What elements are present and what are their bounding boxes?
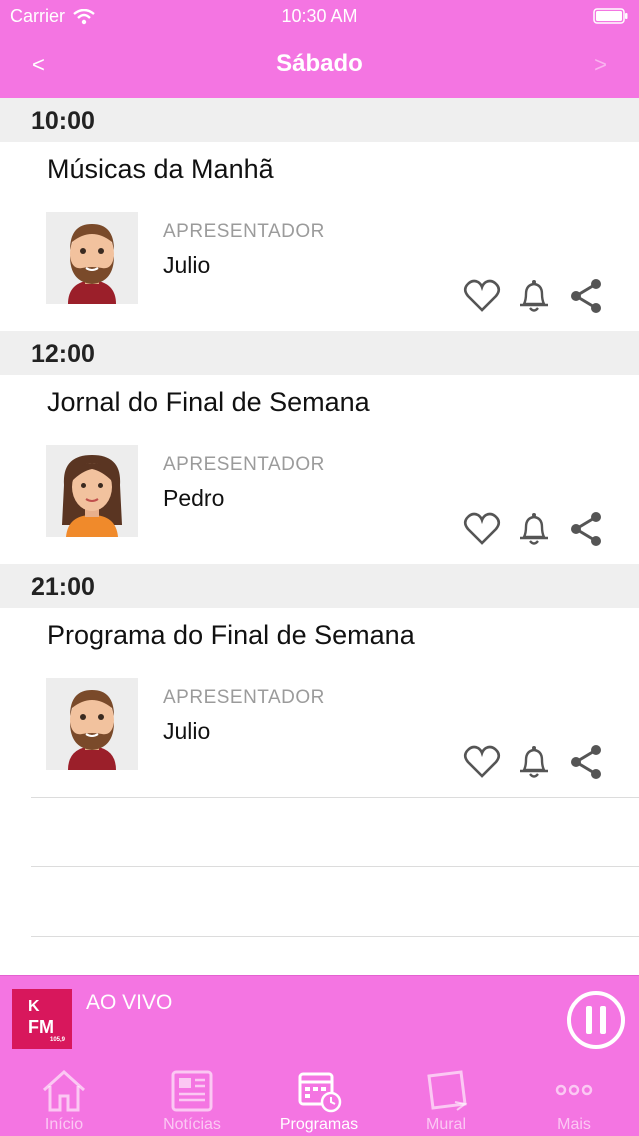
time-slot-header: 12:00 [0,331,639,375]
female-avatar-icon [62,455,122,537]
mini-player[interactable]: K FM 105,9 AO VIVO [0,975,639,1060]
program-title: Músicas da Manhã [47,154,274,184]
clock: 10:30 AM [281,6,358,26]
male-avatar-icon [68,690,116,770]
share-icon[interactable] [566,509,606,549]
more-icon [555,1084,593,1096]
host-avatar [46,678,138,770]
home-icon [42,1069,86,1112]
empty-row-divider [31,797,639,798]
share-icon[interactable] [566,742,606,782]
next-day-button[interactable]: > [594,52,607,78]
program-title: Programa do Final de Semana [47,620,415,650]
host-name: Pedro [163,485,225,511]
live-label: AO VIVO [86,991,173,1014]
heart-icon[interactable] [462,276,502,316]
bell-icon[interactable] [514,276,554,316]
tab-label: Início [44,1116,84,1133]
tab-mural[interactable]: Mural [386,1060,506,1136]
empty-row-divider [31,866,639,867]
role-label: APRESENTADOR [163,454,325,475]
tab-label: Programas [279,1116,359,1133]
tab-inicio[interactable]: Início [4,1060,124,1136]
svg-text:K: K [28,998,40,1015]
battery-icon [593,8,628,24]
share-icon[interactable] [566,276,606,316]
status-bar: Carrier 10:30 AM [0,0,639,34]
tab-label: Mais [557,1116,591,1133]
heart-icon[interactable] [462,509,502,549]
host-avatar [46,445,138,537]
notes-icon [427,1070,468,1111]
program-title: Jornal do Final de Semana [47,387,370,417]
host-name: Julio [163,718,211,744]
page-title: Sábado [276,50,363,77]
program-actions [460,276,610,316]
tab-noticias[interactable]: Notícias [132,1060,252,1136]
program-card[interactable]: Jornal do Final de Semana APRESENTADOR P… [0,375,639,564]
newspaper-icon [171,1070,213,1112]
tab-label: Notícias [163,1116,221,1133]
bell-icon[interactable] [514,742,554,782]
time-slot-header: 10:00 [0,98,639,142]
host-avatar [46,212,138,304]
role-label: APRESENTADOR [163,221,325,242]
program-actions [460,742,610,782]
svg-text:105,9: 105,9 [50,1037,66,1043]
program-card[interactable]: Músicas da Manhã APRESENTADOR Julio [0,142,639,331]
pause-icon[interactable] [566,990,626,1050]
tab-mais[interactable]: Mais [514,1060,634,1136]
station-logo: K FM 105,9 [12,989,72,1049]
svg-text:FM: FM [28,1017,54,1037]
heart-icon[interactable] [462,742,502,782]
male-avatar-icon [68,224,116,304]
program-actions [460,509,610,549]
host-name: Julio [163,252,211,278]
schedule-list: 10:00 Músicas da Manhã APRESENTADOR Juli… [0,98,639,797]
tab-bar: Início Notícias Programas Mural Mais [0,1060,639,1136]
tab-programas[interactable]: Programas [259,1060,379,1136]
time-slot-header: 21:00 [0,564,639,608]
bell-icon[interactable] [514,509,554,549]
empty-row-divider [31,936,639,937]
role-label: APRESENTADOR [163,687,325,708]
station-logo-graphic: K FM 105,9 [12,989,72,1049]
program-card[interactable]: Programa do Final de Semana APRESENTADOR… [0,608,639,797]
calendar-icon [298,1072,342,1113]
navigation-bar: < Sábado > [0,34,639,98]
tab-label: Mural [425,1116,466,1133]
